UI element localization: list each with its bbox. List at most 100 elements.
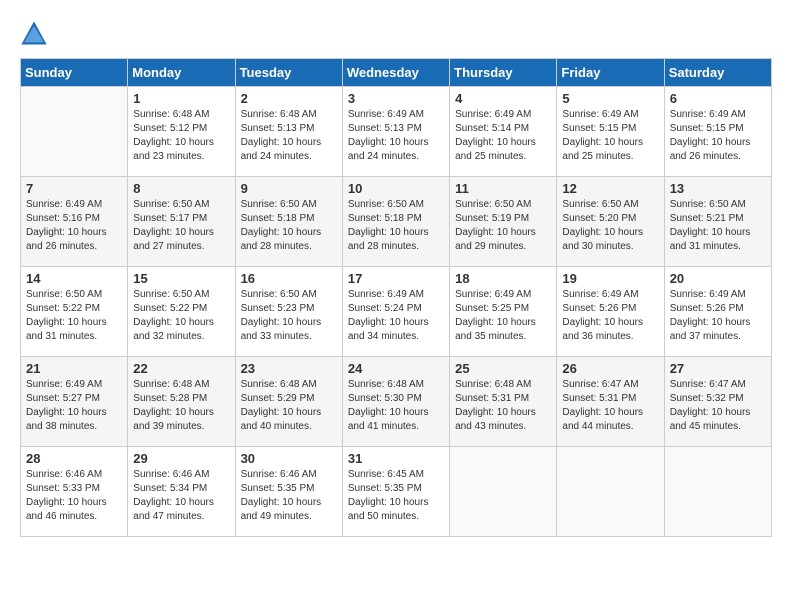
- calendar-cell: 26 Sunrise: 6:47 AMSunset: 5:31 PMDayligh…: [557, 357, 664, 447]
- day-number: 31: [348, 451, 444, 466]
- day-number: 14: [26, 271, 122, 286]
- day-info: Sunrise: 6:48 AMSunset: 5:30 PMDaylight:…: [348, 378, 444, 434]
- calendar-cell: 20 Sunrise: 6:49 AMSunset: 5:26 PMDayligh…: [664, 267, 771, 357]
- day-info: Sunrise: 6:50 AMSunset: 5:21 PMDaylight:…: [670, 198, 766, 254]
- calendar-cell: 14 Sunrise: 6:50 AMSunset: 5:22 PMDayligh…: [21, 267, 128, 357]
- day-info: Sunrise: 6:48 AMSunset: 5:29 PMDaylight:…: [241, 378, 337, 434]
- calendar-week-row: 1 Sunrise: 6:48 AMSunset: 5:12 PMDaylight…: [21, 87, 772, 177]
- day-info: Sunrise: 6:49 AMSunset: 5:13 PMDaylight:…: [348, 108, 444, 164]
- day-info: Sunrise: 6:49 AMSunset: 5:15 PMDaylight:…: [670, 108, 766, 164]
- calendar-cell: 22 Sunrise: 6:48 AMSunset: 5:28 PMDayligh…: [128, 357, 235, 447]
- day-info: Sunrise: 6:49 AMSunset: 5:26 PMDaylight:…: [670, 288, 766, 344]
- day-info: Sunrise: 6:50 AMSunset: 5:18 PMDaylight:…: [241, 198, 337, 254]
- calendar-week-row: 7Sunrise: 6:49 AMSunset: 5:16 PMDaylight…: [21, 177, 772, 267]
- calendar-cell: 30Sunrise: 6:46 AMSunset: 5:35 PMDayligh…: [235, 447, 342, 537]
- calendar-week-row: 21 Sunrise: 6:49 AMSunset: 5:27 PMDayligh…: [21, 357, 772, 447]
- day-number: 24: [348, 361, 444, 376]
- header-monday: Monday: [128, 59, 235, 87]
- calendar-cell: 3 Sunrise: 6:49 AMSunset: 5:13 PMDaylight…: [342, 87, 449, 177]
- day-info: Sunrise: 6:48 AMSunset: 5:28 PMDaylight:…: [133, 378, 229, 434]
- calendar-cell: [557, 447, 664, 537]
- day-info: Sunrise: 6:46 AMSunset: 5:34 PMDaylight:…: [133, 468, 229, 524]
- calendar-table: SundayMondayTuesdayWednesdayThursdayFrid…: [20, 58, 772, 537]
- calendar-cell: 19Sunrise: 6:49 AMSunset: 5:26 PMDayligh…: [557, 267, 664, 357]
- day-number: 11: [455, 181, 551, 196]
- calendar-cell: 18 Sunrise: 6:49 AMSunset: 5:25 PMDayligh…: [450, 267, 557, 357]
- day-info: Sunrise: 6:45 AMSunset: 5:35 PMDaylight:…: [348, 468, 444, 524]
- calendar-header-row: SundayMondayTuesdayWednesdayThursdayFrid…: [21, 59, 772, 87]
- calendar-cell: 24 Sunrise: 6:48 AMSunset: 5:30 PMDayligh…: [342, 357, 449, 447]
- day-number: 19: [562, 271, 658, 286]
- day-number: 26: [562, 361, 658, 376]
- header-tuesday: Tuesday: [235, 59, 342, 87]
- page-header: [20, 20, 772, 48]
- day-info: Sunrise: 6:50 AMSunset: 5:17 PMDaylight:…: [133, 198, 229, 254]
- day-info: Sunrise: 6:50 AMSunset: 5:22 PMDaylight:…: [26, 288, 122, 344]
- day-info: Sunrise: 6:47 AMSunset: 5:32 PMDaylight:…: [670, 378, 766, 434]
- calendar-cell: 29 Sunrise: 6:46 AMSunset: 5:34 PMDayligh…: [128, 447, 235, 537]
- calendar-cell: 5 Sunrise: 6:49 AMSunset: 5:15 PMDaylight…: [557, 87, 664, 177]
- calendar-cell: 10 Sunrise: 6:50 AMSunset: 5:18 PMDayligh…: [342, 177, 449, 267]
- calendar-week-row: 14 Sunrise: 6:50 AMSunset: 5:22 PMDayligh…: [21, 267, 772, 357]
- calendar-cell: 16Sunrise: 6:50 AMSunset: 5:23 PMDayligh…: [235, 267, 342, 357]
- day-info: Sunrise: 6:50 AMSunset: 5:19 PMDaylight:…: [455, 198, 551, 254]
- day-info: Sunrise: 6:50 AMSunset: 5:18 PMDaylight:…: [348, 198, 444, 254]
- day-info: Sunrise: 6:48 AMSunset: 5:13 PMDaylight:…: [241, 108, 337, 164]
- day-number: 29: [133, 451, 229, 466]
- day-number: 15: [133, 271, 229, 286]
- day-number: 6: [670, 91, 766, 106]
- day-number: 27: [670, 361, 766, 376]
- calendar-cell: 8 Sunrise: 6:50 AMSunset: 5:17 PMDaylight…: [128, 177, 235, 267]
- day-number: 25: [455, 361, 551, 376]
- calendar-cell: [450, 447, 557, 537]
- day-number: 18: [455, 271, 551, 286]
- calendar-cell: [664, 447, 771, 537]
- day-number: 22: [133, 361, 229, 376]
- day-number: 1: [133, 91, 229, 106]
- day-number: 12: [562, 181, 658, 196]
- day-number: 13: [670, 181, 766, 196]
- logo-icon: [20, 20, 48, 48]
- day-info: Sunrise: 6:49 AMSunset: 5:27 PMDaylight:…: [26, 378, 122, 434]
- calendar-cell: 23 Sunrise: 6:48 AMSunset: 5:29 PMDayligh…: [235, 357, 342, 447]
- day-number: 7: [26, 181, 122, 196]
- logo: [20, 20, 52, 48]
- day-info: Sunrise: 6:47 AMSunset: 5:31 PMDaylight:…: [562, 378, 658, 434]
- header-friday: Friday: [557, 59, 664, 87]
- day-number: 28: [26, 451, 122, 466]
- calendar-cell: 13 Sunrise: 6:50 AMSunset: 5:21 PMDayligh…: [664, 177, 771, 267]
- calendar-cell: 21 Sunrise: 6:49 AMSunset: 5:27 PMDayligh…: [21, 357, 128, 447]
- day-number: 23: [241, 361, 337, 376]
- day-number: 8: [133, 181, 229, 196]
- calendar-cell: 2 Sunrise: 6:48 AMSunset: 5:13 PMDaylight…: [235, 87, 342, 177]
- calendar-cell: 25Sunrise: 6:48 AMSunset: 5:31 PMDayligh…: [450, 357, 557, 447]
- day-number: 21: [26, 361, 122, 376]
- day-info: Sunrise: 6:49 AMSunset: 5:15 PMDaylight:…: [562, 108, 658, 164]
- day-info: Sunrise: 6:46 AMSunset: 5:33 PMDaylight:…: [26, 468, 122, 524]
- day-number: 20: [670, 271, 766, 286]
- day-info: Sunrise: 6:49 AMSunset: 5:25 PMDaylight:…: [455, 288, 551, 344]
- day-info: Sunrise: 6:48 AMSunset: 5:12 PMDaylight:…: [133, 108, 229, 164]
- calendar-cell: 7Sunrise: 6:49 AMSunset: 5:16 PMDaylight…: [21, 177, 128, 267]
- calendar-week-row: 28 Sunrise: 6:46 AMSunset: 5:33 PMDayligh…: [21, 447, 772, 537]
- day-number: 4: [455, 91, 551, 106]
- calendar-cell: 28 Sunrise: 6:46 AMSunset: 5:33 PMDayligh…: [21, 447, 128, 537]
- calendar-cell: 15 Sunrise: 6:50 AMSunset: 5:22 PMDayligh…: [128, 267, 235, 357]
- day-number: 3: [348, 91, 444, 106]
- day-number: 10: [348, 181, 444, 196]
- day-info: Sunrise: 6:46 AMSunset: 5:35 PMDaylight:…: [241, 468, 337, 524]
- calendar-cell: [21, 87, 128, 177]
- calendar-cell: 11 Sunrise: 6:50 AMSunset: 5:19 PMDayligh…: [450, 177, 557, 267]
- day-number: 16: [241, 271, 337, 286]
- calendar-cell: 12 Sunrise: 6:50 AMSunset: 5:20 PMDayligh…: [557, 177, 664, 267]
- day-number: 5: [562, 91, 658, 106]
- day-info: Sunrise: 6:49 AMSunset: 5:14 PMDaylight:…: [455, 108, 551, 164]
- day-info: Sunrise: 6:50 AMSunset: 5:20 PMDaylight:…: [562, 198, 658, 254]
- day-number: 2: [241, 91, 337, 106]
- calendar-cell: 27 Sunrise: 6:47 AMSunset: 5:32 PMDayligh…: [664, 357, 771, 447]
- calendar-cell: 6 Sunrise: 6:49 AMSunset: 5:15 PMDaylight…: [664, 87, 771, 177]
- day-info: Sunrise: 6:50 AMSunset: 5:22 PMDaylight:…: [133, 288, 229, 344]
- day-number: 17: [348, 271, 444, 286]
- calendar-cell: 4 Sunrise: 6:49 AMSunset: 5:14 PMDaylight…: [450, 87, 557, 177]
- header-wednesday: Wednesday: [342, 59, 449, 87]
